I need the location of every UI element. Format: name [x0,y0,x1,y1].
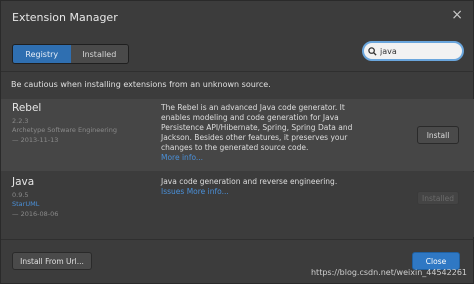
list-item: Java 0.9.5 StarUML — 2016-08-06 Java cod… [1,172,474,237]
tab-installed[interactable]: Installed [70,45,128,63]
extension-name: Rebel [12,102,42,114]
tab-registry[interactable]: Registry [13,45,71,63]
list-item: Rebel 2.2.3 Archetype Software Engineeri… [1,99,474,171]
divider [1,239,474,240]
tab-bar: Registry Installed [12,44,129,64]
search-icon [364,46,380,56]
description-text: Java code generation and reverse enginee… [161,177,338,186]
extension-manager-dialog: Extension Manager × Registry Installed B… [0,0,474,284]
close-icon[interactable]: × [451,7,463,23]
extension-description: Java code generation and reverse enginee… [161,177,361,197]
extension-version: 2.2.3 [12,117,29,125]
watermark-text: https://blog.csdn.net/weixin_44542261 [310,268,467,277]
issues-link[interactable]: Issues [161,187,184,196]
more-info-link[interactable]: More info... [161,153,203,162]
install-from-url-button[interactable]: Install From Url... [12,252,92,270]
extension-name: Java [12,176,35,188]
extension-date: — 2013-11-13 [12,136,59,144]
extension-description: The Rebel is an advanced Java code gener… [161,103,361,163]
search-box[interactable] [362,41,464,61]
more-info-link[interactable]: More info... [187,187,229,196]
divider [1,71,474,72]
author-link[interactable]: StarUML [12,200,39,208]
description-text: The Rebel is an advanced Java code gener… [161,103,353,152]
warning-text: Be cautious when installing extensions f… [11,80,271,89]
extension-author: StarUML [12,200,39,209]
search-input[interactable] [380,46,458,56]
extension-author: Archetype Software Engineering [12,126,117,134]
installed-button: Installed [417,191,459,205]
extension-version: 0.9.5 [12,191,29,199]
install-button[interactable]: Install [417,126,459,144]
dialog-title: Extension Manager [12,11,118,24]
extension-date: — 2016-08-06 [12,210,59,218]
